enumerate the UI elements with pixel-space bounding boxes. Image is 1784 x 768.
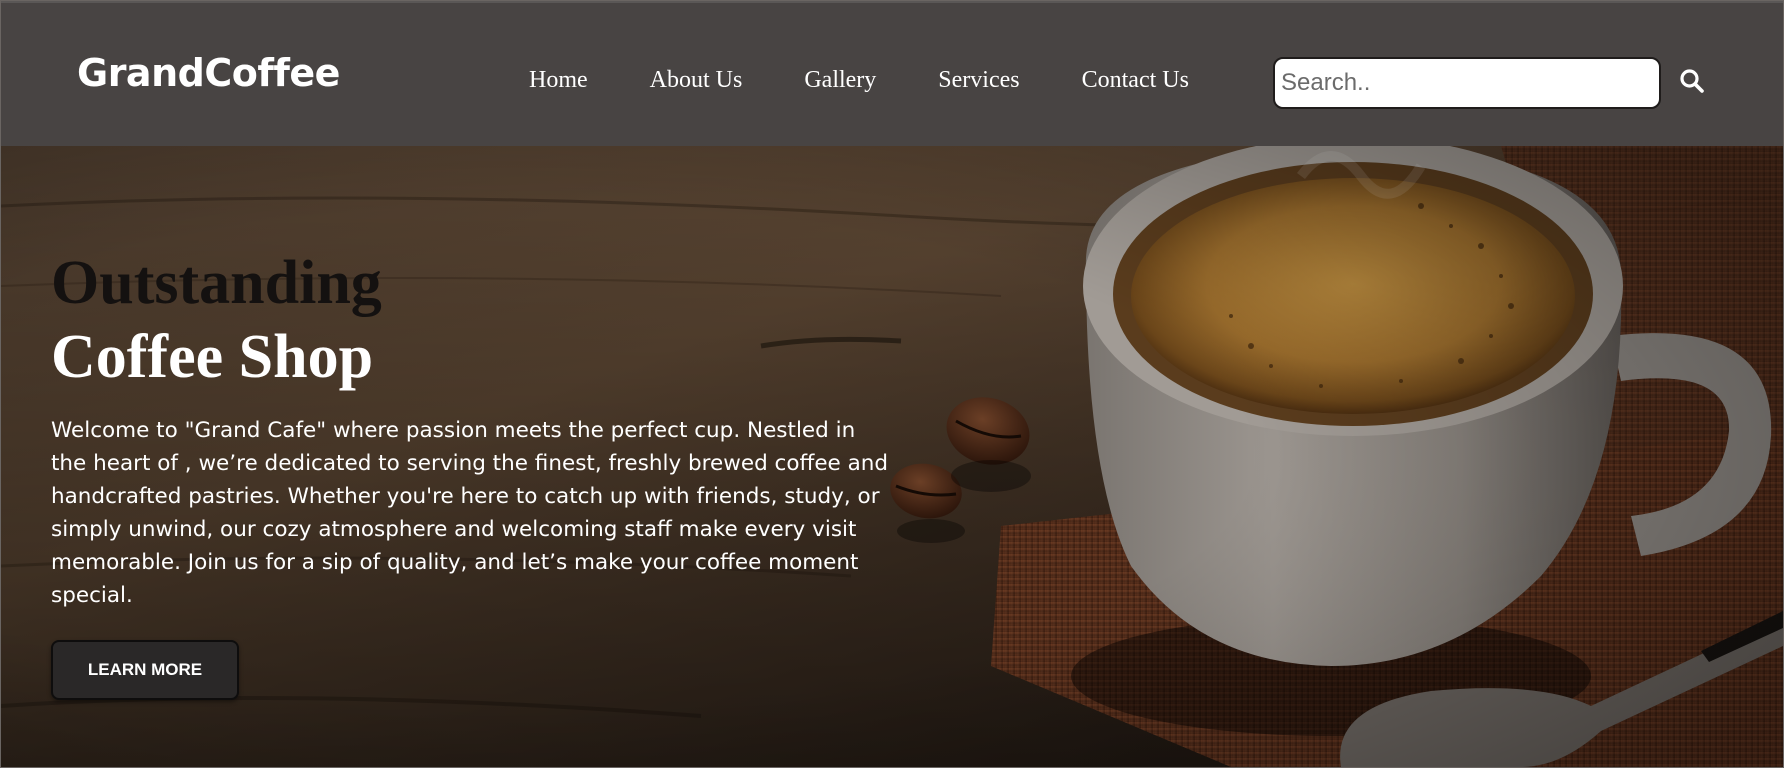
nav-link-about-us[interactable]: About Us: [650, 67, 743, 94]
nav-link-home[interactable]: Home: [529, 67, 588, 94]
hero-section: Outstanding Coffee Shop Welcome to "Gran…: [1, 146, 1783, 767]
search-icon: [1680, 68, 1704, 93]
site-header: GrandCoffee Home About Us Gallery Servic…: [1, 1, 1783, 146]
page: GrandCoffee Home About Us Gallery Servic…: [0, 0, 1784, 768]
main-nav: Home About Us Gallery Services Contact U…: [529, 67, 1189, 94]
search-button[interactable]: [1677, 67, 1707, 97]
nav-link-services[interactable]: Services: [938, 67, 1019, 94]
nav-link-contact-us[interactable]: Contact Us: [1082, 67, 1189, 94]
hero-title-line2: Coffee Shop: [51, 323, 374, 391]
hero-description: Welcome to "Grand Cafe" where passion me…: [51, 418, 889, 608]
search-input[interactable]: [1273, 57, 1661, 109]
nav-link-gallery[interactable]: Gallery: [804, 67, 876, 94]
site-logo[interactable]: GrandCoffee: [77, 51, 340, 95]
learn-more-button[interactable]: LEARN MORE: [51, 640, 239, 700]
hero-title-line1: Outstanding: [51, 249, 382, 317]
